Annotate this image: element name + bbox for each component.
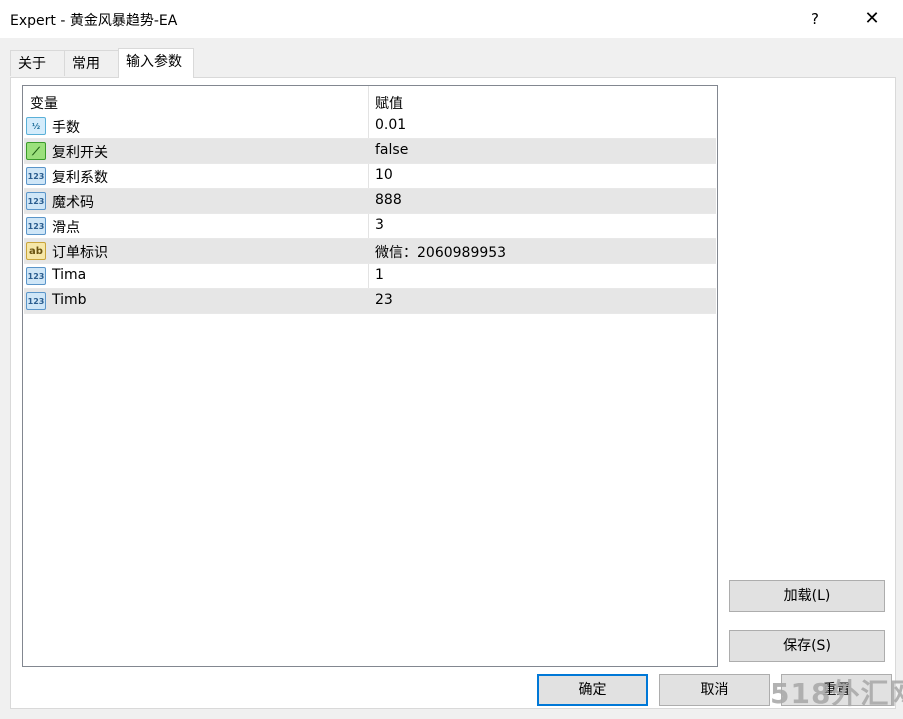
grid-header: 变量 赋值	[24, 87, 716, 114]
string-icon: ab	[26, 242, 46, 260]
cancel-button[interactable]: 取消	[659, 674, 770, 706]
param-name: Timb	[52, 292, 87, 308]
param-value[interactable]: 0.01	[375, 117, 406, 133]
param-value[interactable]: 10	[375, 167, 393, 183]
param-value[interactable]: 1	[375, 267, 384, 283]
ok-button[interactable]: 确定	[537, 674, 648, 706]
window-title: Expert - 黄金风暴趋势-EA	[10, 13, 178, 29]
param-name: 复利系数	[52, 170, 108, 186]
param-name: 复利开关	[52, 145, 108, 161]
param-value[interactable]: 微信：2060989953	[375, 242, 506, 262]
integer-icon: 123	[26, 292, 46, 310]
param-value[interactable]: 23	[375, 292, 393, 308]
integer-icon: 123	[26, 217, 46, 235]
column-header-value[interactable]: 赋值	[375, 93, 403, 113]
table-row[interactable]: 123 Tima 1	[24, 264, 716, 289]
integer-icon: 123	[26, 267, 46, 285]
table-row[interactable]: 123 复利系数 10	[24, 164, 716, 189]
table-row[interactable]: 123 魔术码 888	[24, 189, 716, 214]
watermark-logo: 518外汇网	[770, 677, 903, 710]
tab-inputs[interactable]: 输入参数	[118, 48, 194, 78]
column-header-variable[interactable]: 变量	[30, 93, 58, 113]
param-value[interactable]: 888	[375, 192, 402, 208]
fraction-icon: ½	[26, 117, 46, 135]
boolean-icon: ⟋	[26, 142, 46, 160]
param-name: 魔术码	[52, 195, 94, 211]
param-name: 手数	[52, 120, 80, 136]
table-row[interactable]: 123 滑点 3	[24, 214, 716, 239]
close-button[interactable]: ✕	[856, 6, 888, 32]
param-value[interactable]: 3	[375, 217, 384, 233]
param-name: Tima	[52, 267, 87, 283]
param-name: 滑点	[52, 220, 80, 236]
integer-icon: 123	[26, 192, 46, 210]
tab-common[interactable]: 常用	[64, 50, 119, 76]
table-row[interactable]: ½ 手数 0.01	[24, 114, 716, 139]
param-value[interactable]: false	[375, 142, 408, 158]
param-name: 订单标识	[52, 245, 108, 261]
table-row[interactable]: ab 订单标识 微信：2060989953	[24, 239, 716, 264]
table-row[interactable]: ⟋ 复利开关 false	[24, 139, 716, 164]
tab-about[interactable]: 关于	[10, 50, 65, 76]
integer-icon: 123	[26, 167, 46, 185]
parameter-grid[interactable]: 变量 赋值 ½ 手数 0.01 ⟋ 复利开关 false 123 复利系数 10…	[22, 85, 718, 667]
load-button[interactable]: 加载(L)	[729, 580, 885, 612]
table-row[interactable]: 123 Timb 23	[24, 289, 716, 314]
save-button[interactable]: 保存(S)	[729, 630, 885, 662]
title-bar: Expert - 黄金风暴趋势-EA ? ✕	[0, 0, 903, 38]
help-button[interactable]: ?	[800, 6, 830, 32]
